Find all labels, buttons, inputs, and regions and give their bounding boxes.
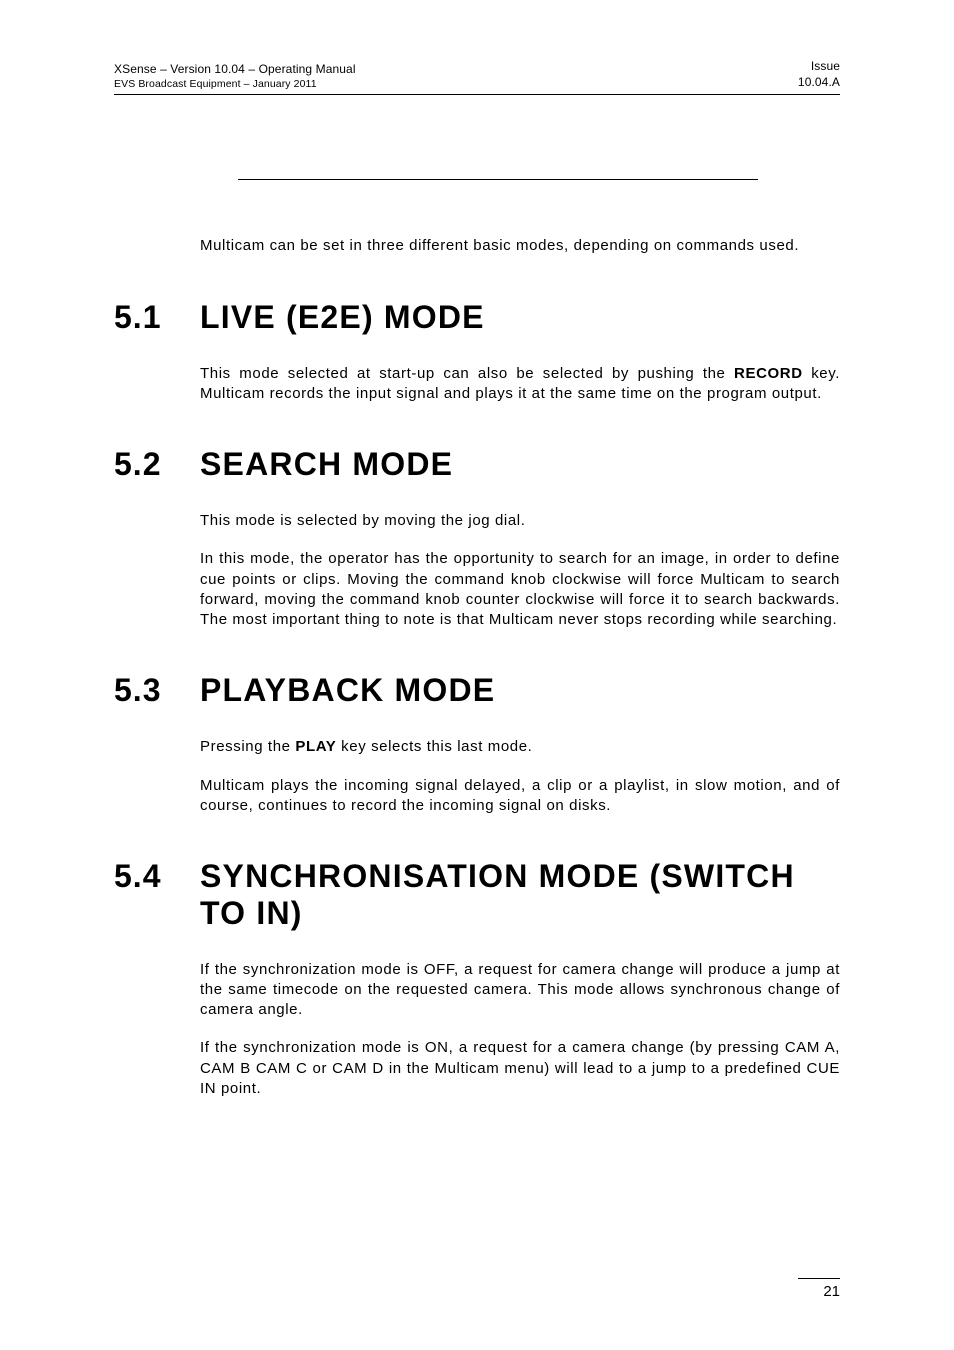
section-body-5-4: If the synchronization mode is OFF, a re… [200, 960, 840, 1100]
page-container: XSense – Version 10.04 – Operating Manua… [0, 0, 954, 1350]
intro-block: Multicam can be set in three different b… [200, 236, 840, 256]
header-right-bottom: 10.04.A [798, 74, 840, 90]
header-left-bottom: EVS Broadcast Equipment – January 2011 [114, 78, 356, 90]
para-post: key selects this last mode. [336, 738, 532, 755]
section-number: 5.1 [114, 299, 200, 336]
page-number: 21 [798, 1283, 840, 1300]
para-bold: RECORD [734, 365, 803, 382]
header-left-top: XSense – Version 10.04 – Operating Manua… [114, 62, 356, 76]
section-body-5-1: This mode selected at start-up can also … [200, 364, 840, 405]
header-left: XSense – Version 10.04 – Operating Manua… [114, 62, 356, 90]
section-head-5-3: 5.3 PLAYBACK MODE [114, 672, 840, 709]
section-head-5-4: 5.4 SYNCHRONISATION MODE (SWITCH TO IN) [114, 858, 840, 932]
para-bold: PLAY [295, 738, 336, 755]
section-title: LIVE (E2E) MODE [200, 299, 485, 336]
header-divider [114, 94, 840, 95]
section-paragraph: This mode selected at start-up can also … [200, 364, 840, 405]
section-paragraph: In this mode, the operator has the oppor… [200, 549, 840, 630]
section-title: PLAYBACK MODE [200, 672, 495, 709]
section-head-5-1: 5.1 LIVE (E2E) MODE [114, 299, 840, 336]
footer-divider [798, 1278, 840, 1279]
section-paragraph: Pressing the PLAY key selects this last … [200, 737, 840, 757]
header-right: Issue 10.04.A [798, 58, 840, 90]
para-pre: Pressing the [200, 738, 295, 755]
section-title: SEARCH MODE [200, 446, 453, 483]
footer: 21 [798, 1278, 840, 1300]
section-number: 5.4 [114, 858, 200, 895]
body-area: Multicam can be set in three different b… [114, 179, 840, 1099]
section-paragraph: If the synchronization mode is OFF, a re… [200, 960, 840, 1021]
intro-divider [238, 179, 758, 180]
section-title: SYNCHRONISATION MODE (SWITCH TO IN) [200, 858, 840, 932]
section-number: 5.3 [114, 672, 200, 709]
section-number: 5.2 [114, 446, 200, 483]
section-head-5-2: 5.2 SEARCH MODE [114, 446, 840, 483]
section-paragraph: Multicam plays the incoming signal delay… [200, 776, 840, 817]
header-right-top: Issue [798, 58, 840, 74]
section-body-5-3: Pressing the PLAY key selects this last … [200, 737, 840, 816]
section-paragraph: This mode is selected by moving the jog … [200, 511, 840, 531]
para-pre: This mode selected at start-up can also … [200, 365, 734, 382]
intro-paragraph: Multicam can be set in three different b… [200, 236, 840, 256]
header-row: XSense – Version 10.04 – Operating Manua… [114, 58, 840, 90]
section-paragraph: If the synchronization mode is ON, a req… [200, 1038, 840, 1099]
section-body-5-2: This mode is selected by moving the jog … [200, 511, 840, 630]
